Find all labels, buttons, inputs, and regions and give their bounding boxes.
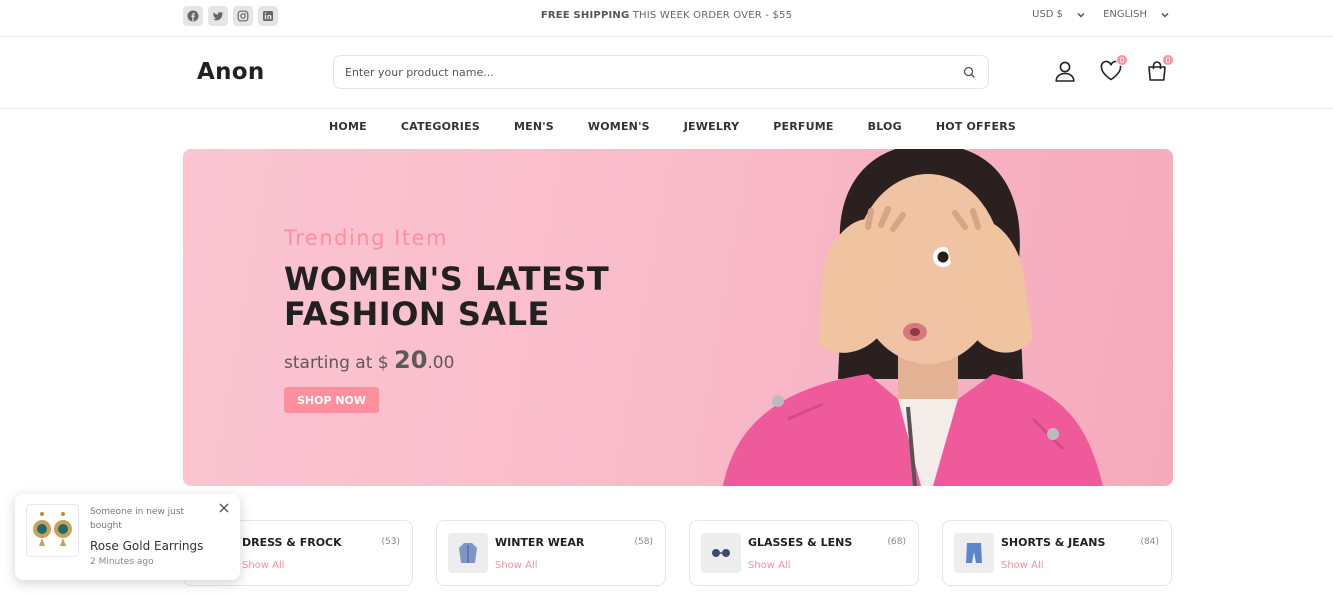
header-actions: 0 0 (1053, 54, 1174, 85)
header: Anon 0 0 (0, 37, 1333, 109)
category-name: WINTER WEAR (495, 536, 585, 549)
glasses-icon (701, 533, 741, 573)
shipping-notice-text: THIS WEEK ORDER OVER - $55 (629, 10, 793, 21)
nav-item-home[interactable]: HOME (329, 120, 367, 133)
close-button[interactable] (218, 502, 230, 514)
category-card[interactable]: WINTER WEAR (58) Show All (436, 520, 666, 586)
logo[interactable]: Anon (197, 59, 265, 85)
banner-title-line-1: WOMEN'S LATEST (284, 260, 610, 298)
language-label: ENGLISH (1103, 9, 1147, 20)
topbar-selects: USD $ ENGLISH (1032, 9, 1169, 20)
price-main: 20 (394, 346, 428, 374)
category-count: (84) (1140, 537, 1159, 547)
nav-item-perfume[interactable]: PERFUME (773, 120, 833, 133)
wishlist-button[interactable]: 0 (1099, 54, 1128, 85)
toast-message: Someone in new just bought (90, 507, 185, 531)
cart-count-badge: 0 (1162, 54, 1174, 66)
main-nav: HOME CATEGORIES MEN'S WOMEN'S JEWELRY PE… (0, 120, 1333, 133)
category-card[interactable]: SHORTS & JEANS (84) Show All (942, 520, 1172, 586)
category-count: (53) (381, 537, 400, 547)
wishlist-count-badge: 0 (1116, 54, 1128, 66)
cart-button[interactable]: 0 (1145, 54, 1174, 85)
category-show-all-link[interactable]: Show All (1001, 560, 1044, 571)
category-show-all-link[interactable]: Show All (495, 560, 538, 571)
category-name: GLASSES & LENS (748, 536, 853, 549)
category-name: DRESS & FROCK (242, 536, 342, 549)
top-bar: FREE SHIPPING THIS WEEK ORDER OVER - $55… (0, 0, 1333, 37)
banner-title-line-2: FASHION SALE (284, 295, 550, 333)
category-name: SHORTS & JEANS (1001, 536, 1106, 549)
currency-select[interactable]: USD $ (1032, 9, 1085, 20)
banner-subtitle: Trending Item (284, 226, 448, 250)
user-icon (1055, 61, 1075, 82)
banner-title: WOMEN'S LATEST FASHION SALE (284, 262, 609, 332)
banner-price: starting at $ 20.00 (284, 346, 454, 374)
nav-item-womens[interactable]: WOMEN'S (588, 120, 650, 133)
category-show-all-link[interactable]: Show All (748, 560, 791, 571)
chevron-down-icon (1077, 12, 1085, 18)
earrings-icon (26, 504, 79, 557)
shipping-notice-bold: FREE SHIPPING (540, 10, 630, 21)
nav-item-jewelry[interactable]: JEWELRY (684, 120, 740, 133)
purchase-notification-toast: Someone in new just bought Rose Gold Ear… (15, 494, 240, 580)
language-select[interactable]: ENGLISH (1103, 9, 1169, 20)
jeans-icon (954, 533, 994, 573)
shop-now-button[interactable]: SHOP NOW (284, 387, 379, 413)
category-count: (58) (634, 537, 653, 547)
price-prefix: starting at $ (284, 353, 394, 373)
search-icon[interactable] (963, 66, 976, 79)
hero-banner: Trending Item WOMEN'S LATEST FASHION SAL… (183, 149, 1173, 486)
coat-icon (448, 533, 488, 573)
user-button[interactable] (1053, 59, 1077, 85)
nav-item-mens[interactable]: MEN'S (514, 120, 554, 133)
banner-model-image (723, 149, 1103, 486)
chevron-down-icon (1161, 12, 1169, 18)
category-card[interactable]: GLASSES & LENS (68) Show All (689, 520, 919, 586)
nav-item-categories[interactable]: CATEGORIES (401, 120, 480, 133)
price-cents: .00 (427, 353, 455, 373)
toast-product-name: Rose Gold Earrings (90, 539, 204, 553)
currency-label: USD $ (1032, 9, 1064, 20)
search-bar (333, 55, 989, 89)
page: FREE SHIPPING THIS WEEK ORDER OVER - $55… (0, 0, 1333, 596)
nav-item-blog[interactable]: BLOG (868, 120, 902, 133)
close-icon (219, 503, 229, 513)
category-show-all-link[interactable]: Show All (242, 560, 285, 571)
search-input[interactable] (345, 64, 945, 80)
category-count: (68) (887, 537, 906, 547)
nav-item-hot-offers[interactable]: HOT OFFERS (936, 120, 1016, 133)
toast-timestamp: 2 Minutes ago (90, 557, 154, 567)
